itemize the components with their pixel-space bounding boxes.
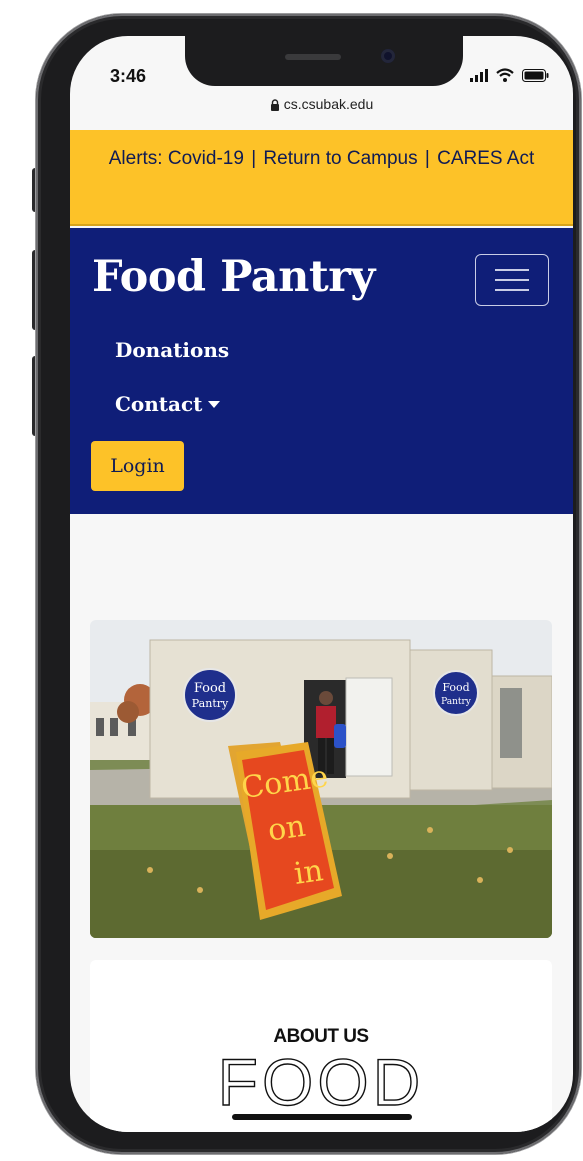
cellular-signal-icon xyxy=(470,69,488,82)
nav-link-donations[interactable]: Donations xyxy=(115,338,229,362)
front-camera xyxy=(381,49,395,63)
home-indicator[interactable] xyxy=(232,1114,412,1120)
nav-link-contact[interactable]: Contact xyxy=(115,392,221,416)
sign-word-in: in xyxy=(292,853,326,892)
login-button[interactable]: Login xyxy=(91,441,184,491)
food-display-heading: FOOD xyxy=(217,1044,425,1119)
hamburger-icon-line xyxy=(495,279,529,281)
alert-link-cares-act[interactable]: CARES Act xyxy=(437,148,534,169)
wifi-icon xyxy=(496,68,514,82)
caret-down-icon xyxy=(208,401,221,408)
logo-text-line1: Food xyxy=(442,681,469,694)
lock-icon xyxy=(270,99,279,111)
hamburger-icon xyxy=(495,269,529,271)
address-bar[interactable]: cs.csubak.edu xyxy=(70,96,573,128)
logo-text-line2: Pantry xyxy=(192,697,229,710)
menu-toggle-button[interactable] xyxy=(475,254,549,306)
alert-bar: Alerts: Covid-19 | Return to Campus | CA… xyxy=(70,130,573,226)
nav-link-contact-label: Contact xyxy=(115,392,203,416)
logo-text-line1: Food xyxy=(194,681,226,696)
status-time: 3:46 xyxy=(110,66,147,86)
alert-separator: | xyxy=(251,148,257,169)
notch xyxy=(185,36,463,86)
battery-icon xyxy=(522,69,549,82)
hamburger-icon-line xyxy=(495,289,529,291)
alert-link-return-to-campus[interactable]: Return to Campus xyxy=(263,148,417,169)
photo-illustration: Food Pantry Food Pantry Come on in xyxy=(90,620,552,938)
alert-link-covid[interactable]: Covid-19 xyxy=(168,148,244,169)
site-brand[interactable]: Food Pantry xyxy=(92,252,375,302)
speaker-grille xyxy=(285,54,341,60)
logo-text-line2: Pantry xyxy=(441,697,472,707)
phone-screen: 3:46 cs.csubak.edu Alerts: Covid-19 | Re… xyxy=(70,36,573,1132)
url-text: cs.csubak.edu xyxy=(283,96,374,112)
food-pantry-photo: Food Pantry Food Pantry Come on in xyxy=(90,620,552,938)
alert-separator: | xyxy=(424,148,430,169)
about-section: ABOUT US FOOD xyxy=(90,960,552,1132)
sign-word-on: on xyxy=(266,809,308,849)
status-icons xyxy=(470,68,549,82)
main-navbar: Food Pantry Donations Contact Login xyxy=(70,228,573,514)
alert-label: Alerts: xyxy=(108,148,163,169)
